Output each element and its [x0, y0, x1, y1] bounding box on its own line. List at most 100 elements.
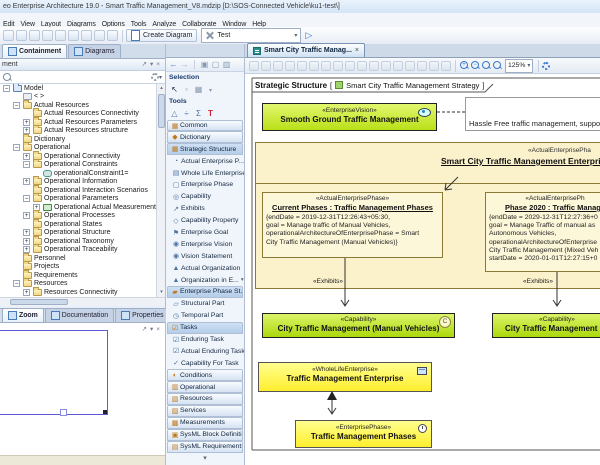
- drawing-tools[interactable]: drawing-tools: [166, 108, 244, 120]
- capability-mixed-vehicles-node[interactable]: «Capability» City Traffic Management (M: [492, 313, 600, 338]
- float-panel-icon[interactable]: ↗: [141, 326, 146, 334]
- run-icon[interactable]: ▷: [305, 30, 312, 41]
- straight-path-icon[interactable]: [333, 61, 343, 71]
- close-panel-icon[interactable]: ×: [156, 326, 160, 334]
- tasks[interactable]: ☑Tasks: [167, 322, 243, 334]
- sync-icon[interactable]: [107, 30, 118, 41]
- redo-icon[interactable]: [81, 30, 92, 41]
- diagram-drawing-area[interactable]: Strategic Structure [ Smart City Traffic…: [245, 74, 600, 465]
- expander-icon[interactable]: −: [23, 195, 30, 202]
- expander-icon[interactable]: +: [23, 212, 30, 219]
- forward-icon[interactable]: [180, 60, 189, 69]
- enterprise-phase-st[interactable]: ▰Enterprise Phase St...: [167, 286, 243, 298]
- dropdown-icon[interactable]: ▾: [241, 277, 244, 283]
- grid-select-icon[interactable]: [194, 85, 203, 94]
- strategic-structure[interactable]: ▦Strategic Structure: [167, 143, 243, 155]
- enterprise-vision-node[interactable]: «EnterpriseVision» Smooth Ground Traffic…: [262, 103, 437, 131]
- overview-icon[interactable]: [222, 60, 231, 69]
- expander-icon[interactable]: +: [23, 238, 30, 245]
- swimlane-icon[interactable]: [182, 109, 191, 118]
- marquee-icon[interactable]: [182, 85, 191, 94]
- save-all-icon[interactable]: [16, 30, 27, 41]
- zoom-out-icon[interactable]: −: [471, 61, 480, 70]
- expander-icon[interactable]: +: [23, 119, 30, 126]
- actual-enduring-task[interactable]: ☑Actual Enduring Task: [166, 345, 244, 357]
- print-diagram-icon[interactable]: [273, 61, 283, 71]
- text-icon[interactable]: [206, 109, 215, 118]
- save-diagram-icon[interactable]: [261, 61, 271, 71]
- search-options-dropdown-icon[interactable]: ▾: [159, 74, 162, 81]
- dropdown-icon[interactable]: [206, 85, 215, 94]
- plugins-icon[interactable]: [42, 30, 53, 41]
- gear-icon[interactable]: [151, 73, 159, 81]
- conditions[interactable]: ◐Conditions: [167, 369, 243, 381]
- float-panel-icon[interactable]: ↗: [141, 61, 146, 69]
- expander-icon[interactable]: −: [3, 85, 10, 92]
- temporal-part[interactable]: ◷Temporal Part: [166, 310, 244, 322]
- operational-states[interactable]: Operational States: [0, 220, 165, 229]
- actual-resources-connectivity[interactable]: Actual Resources Connectivity: [0, 110, 165, 119]
- resources-connectivity[interactable]: +Resources Connectivity: [0, 288, 165, 297]
- enterprise-goal[interactable]: ⚑Enterprise Goal: [166, 227, 244, 239]
- model[interactable]: −Model: [0, 84, 165, 93]
- dictionary[interactable]: ◆Dictionary: [167, 131, 243, 143]
- capability-manual-vehicles-node[interactable]: «Capability» City Traffic Management (Ma…: [262, 313, 455, 338]
- sysml-block-definitio[interactable]: ▣SysML Block Definitio...: [167, 429, 243, 441]
- expander-icon[interactable]: −: [13, 280, 20, 287]
- operational-interaction-scenarios[interactable]: Operational Interaction Scenarios: [0, 186, 165, 195]
- sysml-requirements[interactable]: ▤SysML Requirements ...: [167, 441, 243, 453]
- operational-processes[interactable]: +Operational Processes: [0, 212, 165, 221]
- operational-actual-measurements-xlsx[interactable]: +Operational Actual Measurements (.xlsx): [0, 203, 165, 212]
- selection-tools[interactable]: selection-tools: [166, 84, 244, 96]
- back-icon[interactable]: [169, 60, 178, 69]
- save-icon[interactable]: [3, 30, 14, 41]
- phase-2020-node[interactable]: «ActualEnterprisePh Phase 2020 : Traffic…: [485, 192, 600, 272]
- refresh-diagram-icon[interactable]: [285, 61, 295, 71]
- actual-resources[interactable]: −Actual Resources: [0, 101, 165, 110]
- actual-organization[interactable]: ▲Actual Organization: [166, 262, 244, 274]
- snap-to-grid-icon[interactable]: [417, 61, 427, 71]
- expander-icon[interactable]: −: [23, 161, 30, 168]
- separator-icon[interactable]: [194, 109, 203, 118]
- operational-constraints[interactable]: −Operational Constraints: [0, 161, 165, 170]
- dropdown-icon[interactable]: ▾: [294, 32, 297, 39]
- close-panel-icon[interactable]: ×: [156, 61, 160, 69]
- enterprise-phase[interactable]: ▢Enterprise Phase: [166, 179, 244, 191]
- diagrams[interactable]: Diagrams: [68, 44, 120, 58]
- capability-for-task[interactable]: ✓Capability For Task: [166, 357, 244, 369]
- whole-life-enterprise[interactable]: ▤Whole Life Enterprise: [166, 167, 244, 179]
- anchor-icon[interactable]: [170, 109, 179, 118]
- diagram-tab[interactable]: Smart City Traffic Manag... ×: [247, 43, 365, 57]
- zoom-viewport-corner[interactable]: [103, 410, 107, 414]
- current-phases-node[interactable]: «ActualEnterprisePhase» Current Phases :…: [262, 192, 443, 258]
- operational-taxonomy[interactable]: +Operational Taxonomy: [0, 237, 165, 246]
- operational-connectivity[interactable]: +Operational Connectivity: [0, 152, 165, 161]
- undo-icon[interactable]: [68, 30, 79, 41]
- copy-image-icon[interactable]: [381, 61, 391, 71]
- expander-icon[interactable]: +: [23, 178, 30, 185]
- zoom-viewport-rectangle[interactable]: [0, 330, 108, 415]
- create-diagram-button[interactable]: Create Diagram: [126, 29, 197, 42]
- enduring-task[interactable]: ☑Enduring Task: [166, 334, 244, 346]
- direction-icon[interactable]: [309, 61, 319, 71]
- print-image-icon[interactable]: [393, 61, 403, 71]
- enterprise-vision[interactable]: ◉Enterprise Vision: [166, 238, 244, 250]
- tree-horizontal-scrollbar[interactable]: [0, 297, 165, 306]
- actual-enterprise-p[interactable]: ◔Actual Enterprise P...: [166, 155, 244, 167]
- save-as-image-icon[interactable]: [369, 61, 379, 71]
- exhibits[interactable]: ↗Exhibits: [166, 203, 244, 215]
- expander-icon[interactable]: +: [23, 153, 30, 160]
- pin-panel-icon[interactable]: ▾: [150, 61, 153, 69]
- operational-structure[interactable]: +Operational Structure: [0, 229, 165, 238]
- expander-icon[interactable]: +: [23, 289, 30, 296]
- item[interactable]: ▾: [166, 453, 244, 465]
- dependencies-icon[interactable]: [321, 61, 331, 71]
- cursor-icon[interactable]: [170, 85, 179, 94]
- diagram-options-gear-icon[interactable]: [542, 62, 550, 70]
- scroll-down-icon[interactable]: ▾: [157, 288, 166, 297]
- organization-in-e[interactable]: ▲Organization in E...▾: [166, 274, 244, 286]
- operational-information[interactable]: +Operational Information: [0, 178, 165, 187]
- scroll-up-icon[interactable]: ▴: [157, 84, 166, 93]
- link-icon[interactable]: [200, 60, 209, 69]
- properties-icon[interactable]: [249, 61, 259, 71]
